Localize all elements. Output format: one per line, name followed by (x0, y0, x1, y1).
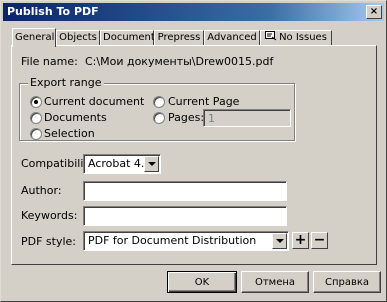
tab-prepress[interactable]: Prepress (154, 30, 204, 46)
pdf-style-select[interactable]: PDF for Document Distribution (83, 231, 289, 251)
compatibility-select[interactable]: Acrobat 4.0 (83, 154, 161, 174)
current-page-label[interactable]: Current Page (168, 95, 239, 109)
radio-selection[interactable] (30, 128, 42, 140)
cancel-button[interactable]: Отмена (241, 271, 309, 293)
radio-pages[interactable] (153, 112, 165, 124)
documents-label[interactable]: Documents (44, 111, 107, 125)
file-name-value: C:\Мои документы\Drew0015.pdf (85, 55, 274, 68)
remove-style-button[interactable]: − (311, 232, 328, 249)
keywords-field[interactable] (83, 206, 287, 226)
close-icon[interactable]: × (366, 5, 382, 19)
tab-general[interactable]: General (12, 28, 56, 47)
tab-label: Document (103, 32, 155, 43)
export-range-title: Export range (28, 76, 104, 90)
chevron-down-icon[interactable] (272, 233, 287, 249)
pdf-style-value: PDF for Document Distribution (88, 234, 257, 247)
pdf-style-label: PDF style: (21, 235, 77, 248)
window-title: Publish To PDF (7, 5, 99, 18)
author-field[interactable] (83, 181, 287, 201)
compatibility-value: Acrobat 4.0 (88, 157, 152, 170)
chevron-down-icon[interactable] (144, 156, 159, 172)
file-name-label: File name: (21, 55, 78, 68)
tab-label: Advanced (207, 32, 257, 43)
radio-current-page[interactable] (153, 96, 165, 108)
tab-label: General (15, 32, 55, 43)
keywords-label: Keywords: (21, 209, 78, 222)
help-button[interactable]: Справка (313, 271, 381, 293)
issues-icon (265, 31, 277, 41)
pages-input[interactable]: 1 (203, 109, 291, 127)
selection-label[interactable]: Selection (44, 127, 95, 141)
title-bar[interactable]: Publish To PDF × (3, 3, 384, 21)
tab-label: Objects (59, 32, 97, 43)
ok-button[interactable]: OK (167, 271, 237, 293)
radio-documents[interactable] (30, 112, 42, 124)
add-style-button[interactable]: + (292, 232, 309, 249)
tab-document[interactable]: Document (100, 30, 155, 46)
current-document-label[interactable]: Current document (44, 95, 144, 109)
author-label: Author: (21, 184, 62, 197)
publish-to-pdf-dialog: Publish To PDF × General Objects Documen… (0, 0, 387, 302)
tab-label: Prepress (157, 32, 201, 43)
pages-label[interactable]: Pages: (168, 111, 204, 125)
tab-no-issues[interactable]: No Issues (260, 30, 332, 46)
tab-advanced[interactable]: Advanced (204, 30, 260, 46)
radio-current-document[interactable] (30, 96, 42, 108)
pages-value: 1 (208, 112, 215, 125)
tab-objects[interactable]: Objects (56, 30, 100, 46)
tab-label: No Issues (279, 32, 327, 43)
